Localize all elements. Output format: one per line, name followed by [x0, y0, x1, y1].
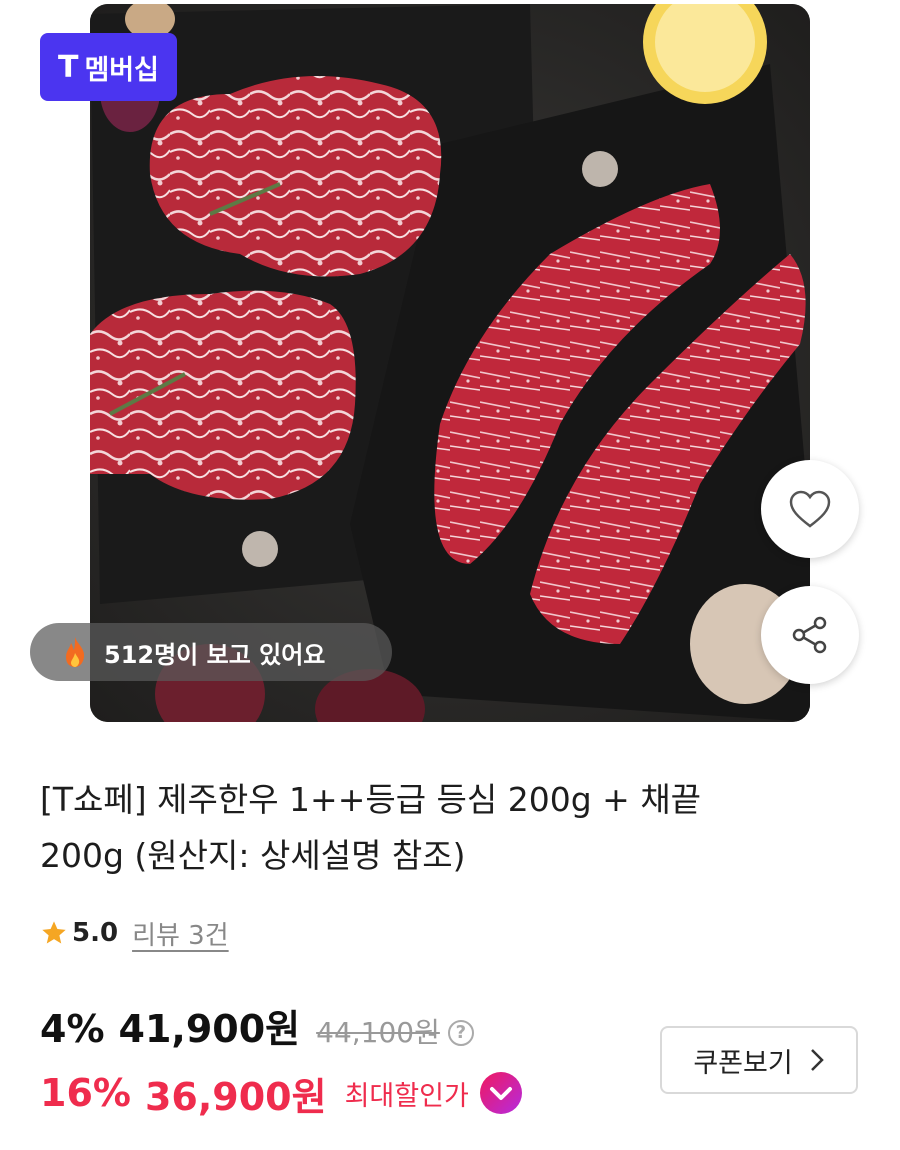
viewer-count-pill: 512명이 보고 있어요 [30, 623, 392, 681]
chevron-down-circle-icon[interactable] [479, 1071, 523, 1115]
sale-price: 41,900원 [118, 1007, 301, 1051]
membership-badge: T 멤버십 [40, 33, 177, 101]
review-count-link[interactable]: 리뷰 3건 [132, 915, 229, 952]
membership-label: 멤버십 [84, 54, 159, 86]
max-discount-price: 36,900원 [144, 1074, 327, 1119]
original-price: 44,100원 [316, 1016, 440, 1049]
share-icon [792, 616, 827, 654]
star-icon [42, 921, 66, 944]
heart-icon [789, 490, 831, 528]
product-title-line1: [T쇼페] 제주한우 1++등급 등심 200g + 채끝 [40, 780, 702, 819]
rating-score: 5.0 [72, 918, 119, 948]
product-image[interactable] [90, 4, 810, 722]
product-title: [T쇼페] 제주한우 1++등급 등심 200g + 채끝 200g (원산지:… [40, 772, 800, 884]
max-discount-rate: 16% [40, 1071, 131, 1115]
max-discount-label: 최대할인가 [344, 1080, 469, 1112]
fire-icon [66, 637, 85, 667]
wishlist-button[interactable] [761, 460, 859, 558]
coupon-label: 쿠폰보기 [693, 1047, 793, 1079]
price-help-icon[interactable]: ? [447, 1019, 474, 1046]
max-discount-row: 16% 36,900원 최대할인가 [40, 1063, 523, 1123]
rating-row: 5.0 리뷰 3건 [40, 913, 229, 953]
viewer-count-text: 512명이 보고 있어요 [104, 640, 326, 669]
share-button[interactable] [761, 586, 859, 684]
price-row: 4% 41,900원 44,100원 ? [40, 998, 474, 1054]
t-logo-icon: T [58, 49, 79, 85]
coupon-button[interactable]: 쿠폰보기 [660, 1026, 858, 1094]
chevron-right-icon [810, 1049, 824, 1071]
discount-rate: 4% [40, 1007, 105, 1051]
product-title-line2: 200g (원산지: 상세설명 참조) [40, 836, 466, 875]
